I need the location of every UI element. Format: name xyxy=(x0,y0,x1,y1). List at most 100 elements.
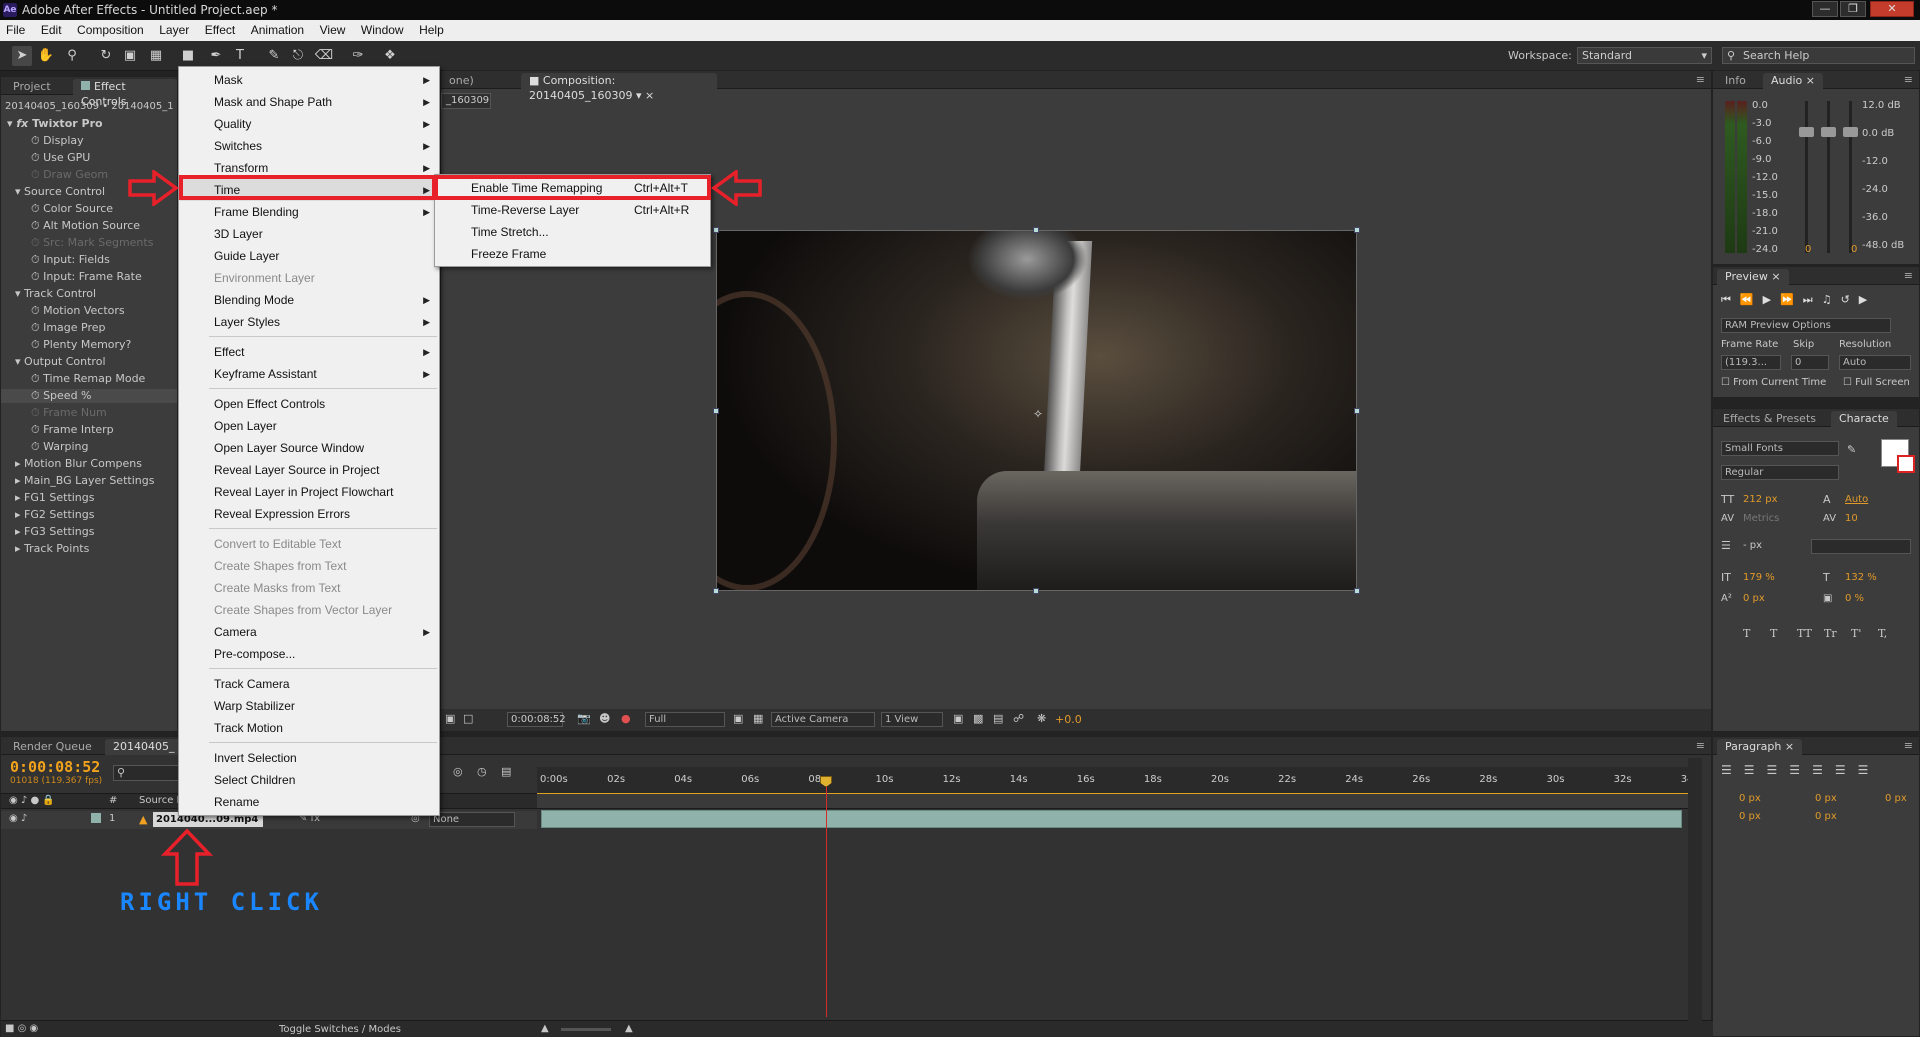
menu-item-layer-styles[interactable]: Layer Styles ▶ xyxy=(180,311,438,333)
menu-item-open-effect-controls[interactable]: Open Effect Controls xyxy=(180,393,438,415)
snapshot-icon[interactable]: 📷 xyxy=(577,712,591,725)
effect-property-row[interactable]: ⏱ Plenty Memory? xyxy=(1,338,177,352)
effect-property-row[interactable]: ▸ FG2 Settings xyxy=(1,508,177,522)
tab-audio[interactable]: Audio × xyxy=(1763,73,1823,89)
text-style-button[interactable]: T xyxy=(1743,627,1750,640)
loop-icon[interactable]: ↺ xyxy=(1841,293,1859,306)
motion-blur-icon[interactable]: ◷ xyxy=(477,765,487,778)
menu-animation[interactable]: Animation xyxy=(245,20,310,41)
panel-menu-icon[interactable]: ≡ xyxy=(1904,269,1913,282)
eyedropper-icon[interactable]: ✎ xyxy=(1847,443,1856,456)
menu-item-blending-mode[interactable]: Blending Mode ▶ xyxy=(180,289,438,311)
layer-label-color[interactable] xyxy=(91,813,101,823)
text-style-button[interactable]: Tr xyxy=(1824,627,1837,640)
effect-property-row[interactable]: ⏱ Input: Fields xyxy=(1,253,177,267)
font-size-value[interactable]: 212 px xyxy=(1743,494,1778,505)
audio-slider-both[interactable] xyxy=(1821,127,1836,137)
effect-property-row[interactable]: ▾ Output Control xyxy=(1,355,177,369)
effect-property-row[interactable]: ⏱ Frame Interp xyxy=(1,423,177,437)
resolution-select-preview[interactable]: Auto xyxy=(1839,355,1911,370)
text-style-button[interactable]: T' xyxy=(1851,627,1861,640)
menu-composition[interactable]: Composition xyxy=(71,20,150,41)
play-icon[interactable]: ▶ xyxy=(1763,293,1780,306)
effect-property-row[interactable]: ⏱ Warping xyxy=(1,440,177,454)
menu-item-keyframe-assistant[interactable]: Keyframe Assistant ▶ xyxy=(180,363,438,385)
show-snapshot-icon[interactable]: ☻ xyxy=(599,712,610,725)
rectangle-tool-icon[interactable]: ■ xyxy=(178,46,198,66)
submenu-item-time-stretch[interactable]: Time Stretch... xyxy=(436,221,709,243)
panel-menu-icon[interactable]: ≡ xyxy=(1904,739,1913,752)
timeline-zoom-slider[interactable] xyxy=(561,1028,611,1031)
effect-property-row[interactable]: ⏱ Src: Mark Segments xyxy=(1,236,177,250)
exposure-icon[interactable]: ❋ xyxy=(1037,712,1046,725)
text-style-button[interactable]: T, xyxy=(1878,627,1887,640)
menu-item-warp-stabilizer[interactable]: Warp Stabilizer xyxy=(180,695,438,717)
menu-item-mask[interactable]: Mask ▶ xyxy=(180,69,438,91)
tab-paragraph[interactable]: Paragraph × xyxy=(1717,739,1803,755)
transparency-grid-icon[interactable]: ▦ xyxy=(753,712,763,725)
effect-header[interactable]: ▾ fx Twixtor Pro xyxy=(7,117,103,131)
menu-item-reveal-layer-in-project-flowchart[interactable]: Reveal Layer in Project Flowchart xyxy=(180,481,438,503)
toggle-switches-modes-button[interactable]: Toggle Switches / Modes xyxy=(279,1024,401,1035)
transform-handle[interactable] xyxy=(1354,408,1360,414)
hand-tool-icon[interactable]: ✋ xyxy=(36,46,56,66)
audio-value-left[interactable]: 0 xyxy=(1805,244,1811,255)
font-family-select[interactable]: Small Fonts xyxy=(1721,441,1839,456)
roto-brush-tool-icon[interactable]: ✑ xyxy=(348,46,368,66)
full-screen-checkbox[interactable]: ☐ Full Screen xyxy=(1843,377,1910,388)
align-center-icon[interactable]: ☰ xyxy=(1744,763,1767,777)
menu-item-reveal-expression-errors[interactable]: Reveal Expression Errors xyxy=(180,503,438,525)
pan-behind-tool-icon[interactable]: ▦ xyxy=(146,46,166,66)
menu-layer[interactable]: Layer xyxy=(153,20,195,41)
toggle-pixel-aspect-icon[interactable]: ▣ xyxy=(953,712,963,725)
tab-character[interactable]: Characte xyxy=(1831,411,1897,427)
menu-edit[interactable]: Edit xyxy=(35,20,68,41)
footer-icons[interactable]: ■ ◎ ◉ xyxy=(5,1023,38,1034)
zoom-out-icon[interactable]: ▲ xyxy=(541,1023,549,1034)
brush-tool-icon[interactable]: ✎ xyxy=(264,46,284,66)
puppet-pin-tool-icon[interactable]: ❖ xyxy=(380,46,400,66)
indent-right-value[interactable]: 0 px xyxy=(1885,793,1907,804)
layer-visibility-icon[interactable]: ◉ ♪ xyxy=(9,813,27,824)
zoom-in-icon[interactable]: ▲ xyxy=(625,1023,633,1034)
clone-stamp-tool-icon[interactable]: ⎋ xyxy=(288,46,308,66)
stroke-width-value[interactable]: - px xyxy=(1743,540,1762,551)
next-frame-icon[interactable]: ⏩ xyxy=(1780,293,1803,306)
tab-timeline[interactable]: 20140405_ xyxy=(105,739,183,755)
menu-item-invert-selection[interactable]: Invert Selection xyxy=(180,747,438,769)
viewer-timecode[interactable]: 0:00:08:52 xyxy=(507,712,566,727)
menu-window[interactable]: Window xyxy=(355,20,410,41)
menu-item-pre-compose[interactable]: Pre-compose... xyxy=(180,643,438,665)
menu-item-camera[interactable]: Camera ▶ xyxy=(180,621,438,643)
effect-property-row[interactable]: ⏱ Frame Num xyxy=(1,406,177,420)
menu-item-rename[interactable]: Rename xyxy=(180,791,438,813)
leading-value[interactable]: Auto xyxy=(1845,494,1868,505)
effect-property-row[interactable]: ▸ Motion Blur Compens xyxy=(1,457,177,471)
tab-layer[interactable]: one) xyxy=(441,73,482,89)
tab-effects-presets[interactable]: Effects & Presets xyxy=(1715,411,1824,427)
vertical-scale-value[interactable]: 179 % xyxy=(1743,572,1775,583)
submenu-item-time-reverse-layer[interactable]: Time-Reverse Layer Ctrl+Alt+R xyxy=(436,199,709,221)
comp-subtab[interactable]: _160309 xyxy=(441,93,491,109)
region-of-interest-icon[interactable]: ▣ xyxy=(733,712,743,725)
transform-handle[interactable] xyxy=(1354,588,1360,594)
graph-editor-icon[interactable]: ▤ xyxy=(501,765,511,778)
tab-preview[interactable]: Preview × xyxy=(1717,269,1789,285)
tracking-value[interactable]: 10 xyxy=(1845,513,1858,524)
text-style-button[interactable]: T xyxy=(1770,627,1777,640)
ram-preview-icon[interactable]: ▶ xyxy=(1859,293,1876,306)
last-frame-icon[interactable]: ⏭ xyxy=(1803,293,1822,306)
effect-property-row[interactable]: ⏱ Alt Motion Source xyxy=(1,219,177,233)
transform-handle[interactable] xyxy=(1354,227,1360,233)
from-current-checkbox[interactable]: ☐ From Current Time xyxy=(1721,377,1826,388)
timeline-search-input[interactable]: ⚲ xyxy=(113,765,179,781)
menu-item-3d-layer[interactable]: 3D Layer xyxy=(180,223,438,245)
menu-effect[interactable]: Effect xyxy=(199,20,241,41)
justify-right-icon[interactable]: ☰ xyxy=(1835,763,1858,777)
stroke-color-swatch[interactable] xyxy=(1897,455,1915,473)
audio-icon[interactable]: ♫ xyxy=(1822,293,1841,306)
safe-zones-icon[interactable]: □ xyxy=(463,712,473,725)
menu-item-open-layer-source-window[interactable]: Open Layer Source Window xyxy=(180,437,438,459)
exposure-value[interactable]: +0.0 xyxy=(1055,713,1082,726)
skip-select[interactable]: 0 xyxy=(1791,355,1829,370)
